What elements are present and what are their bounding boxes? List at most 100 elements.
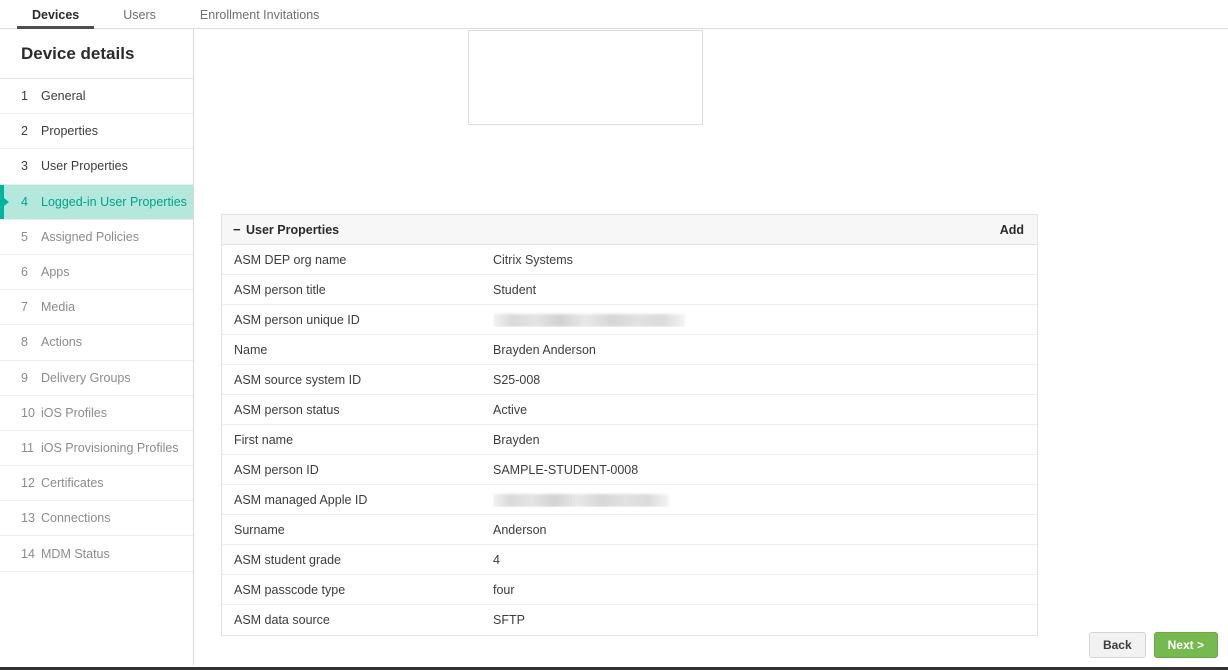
property-value: Anderson: [493, 523, 1037, 537]
sidebar-item-number: 1: [21, 89, 38, 103]
sidebar-item-actions[interactable]: 8Actions: [0, 325, 193, 360]
property-label: ASM student grade: [222, 553, 493, 567]
property-value: Citrix Systems: [493, 253, 1037, 267]
table-row[interactable]: NameBrayden Anderson: [222, 335, 1037, 365]
device-details-page: DevicesUsersEnrollment Invitations Devic…: [0, 0, 1228, 670]
wizard-footer: Back Next >: [1089, 632, 1218, 658]
tab-devices[interactable]: Devices: [10, 0, 101, 29]
property-value: Active: [493, 403, 1037, 417]
sidebar-item-mdm-status[interactable]: 14MDM Status: [0, 536, 193, 571]
sidebar-item-user-properties[interactable]: 3User Properties: [0, 149, 193, 184]
property-value: Student: [493, 283, 1037, 297]
sidebar-item-label: Certificates: [41, 476, 104, 490]
table-row[interactable]: First nameBrayden: [222, 425, 1037, 455]
table-row[interactable]: ASM person unique ID: [222, 305, 1037, 335]
sidebar-item-label: Media: [41, 300, 75, 314]
sidebar-item-number: 4: [21, 195, 38, 209]
sidebar-item-number: 8: [21, 335, 38, 349]
back-button[interactable]: Back: [1089, 632, 1146, 658]
table-row[interactable]: ASM student grade4: [222, 545, 1037, 575]
property-value: [493, 492, 1037, 506]
table-row[interactable]: ASM DEP org nameCitrix Systems: [222, 245, 1037, 275]
user-properties-header-left: − User Properties: [233, 223, 339, 237]
sidebar-item-label: Assigned Policies: [41, 230, 139, 244]
tab-users[interactable]: Users: [101, 0, 178, 29]
sidebar-item-number: 7: [21, 300, 38, 314]
sidebar-item-label: Connections: [41, 511, 111, 525]
user-properties-header: − User Properties Add: [222, 215, 1037, 245]
property-value: Brayden: [493, 433, 1037, 447]
sidebar-item-label: Logged-in User Properties: [41, 195, 187, 209]
sidebar-item-delivery-groups[interactable]: 9Delivery Groups: [0, 361, 193, 396]
sidebar-item-label: iOS Profiles: [41, 406, 107, 420]
add-property-button[interactable]: Add: [1000, 223, 1024, 237]
property-label: Name: [222, 343, 493, 357]
user-properties-rows: ASM DEP org nameCitrix SystemsASM person…: [222, 245, 1037, 635]
table-row[interactable]: ASM managed Apple ID: [222, 485, 1037, 515]
property-label: ASM person title: [222, 283, 493, 297]
property-label: First name: [222, 433, 493, 447]
user-properties-title: User Properties: [246, 223, 339, 237]
wizard-sidebar: Device details 1General2Properties3User …: [0, 29, 194, 665]
sidebar-item-number: 5: [21, 230, 38, 244]
main-content: − User Properties Add ASM DEP org nameCi…: [195, 29, 1228, 665]
table-row[interactable]: SurnameAnderson: [222, 515, 1037, 545]
property-label: Surname: [222, 523, 493, 537]
property-label: ASM source system ID: [222, 373, 493, 387]
tab-enrollment-invitations[interactable]: Enrollment Invitations: [178, 0, 342, 29]
sidebar-item-ios-profiles[interactable]: 10iOS Profiles: [0, 396, 193, 431]
sidebar-item-general[interactable]: 1General: [0, 79, 193, 114]
sidebar-item-logged-in-user-properties[interactable]: 4Logged-in User Properties: [0, 185, 193, 220]
property-value: SFTP: [493, 613, 1037, 627]
sidebar-item-label: MDM Status: [41, 547, 110, 561]
property-label: ASM person unique ID: [222, 313, 493, 327]
sidebar-item-number: 3: [21, 159, 38, 173]
next-button[interactable]: Next >: [1154, 632, 1218, 658]
sidebar-item-label: Properties: [41, 124, 98, 138]
sidebar-item-label: iOS Provisioning Profiles: [41, 441, 179, 455]
table-row[interactable]: ASM data sourceSFTP: [222, 605, 1037, 635]
sidebar-item-number: 9: [21, 371, 38, 385]
sidebar-item-number: 2: [21, 124, 38, 138]
property-label: ASM managed Apple ID: [222, 493, 493, 507]
redacted-value: [493, 494, 669, 507]
sidebar-item-properties[interactable]: 2Properties: [0, 114, 193, 149]
top-empty-panel: [468, 30, 703, 125]
sidebar-item-number: 13: [21, 511, 38, 525]
property-label: ASM data source: [222, 613, 493, 627]
property-label: ASM person status: [222, 403, 493, 417]
sidebar-item-label: Delivery Groups: [41, 371, 131, 385]
table-row[interactable]: ASM passcode typefour: [222, 575, 1037, 605]
sidebar-item-number: 11: [21, 441, 38, 455]
property-value: Brayden Anderson: [493, 343, 1037, 357]
property-label: ASM person ID: [222, 463, 493, 477]
sidebar-item-label: Actions: [41, 335, 82, 349]
redacted-value: [493, 314, 685, 327]
page-title: Device details: [0, 29, 193, 79]
table-row[interactable]: ASM person IDSAMPLE-STUDENT-0008: [222, 455, 1037, 485]
sidebar-item-number: 6: [21, 265, 38, 279]
property-value: S25-008: [493, 373, 1037, 387]
sidebar-item-media[interactable]: 7Media: [0, 290, 193, 325]
table-row[interactable]: ASM person statusActive: [222, 395, 1037, 425]
sidebar-item-label: General: [41, 89, 85, 103]
sidebar-item-connections[interactable]: 13Connections: [0, 501, 193, 536]
property-value: SAMPLE-STUDENT-0008: [493, 463, 1037, 477]
property-value: four: [493, 583, 1037, 597]
wizard-step-list: 1General2Properties3User Properties4Logg…: [0, 79, 193, 572]
sidebar-item-number: 14: [21, 547, 38, 561]
sidebar-item-assigned-policies[interactable]: 5Assigned Policies: [0, 220, 193, 255]
sidebar-item-ios-provisioning-profiles[interactable]: 11iOS Provisioning Profiles: [0, 431, 193, 466]
sidebar-item-apps[interactable]: 6Apps: [0, 255, 193, 290]
property-label: ASM passcode type: [222, 583, 493, 597]
sidebar-item-number: 12: [21, 476, 38, 490]
property-value: [493, 312, 1037, 326]
sidebar-item-certificates[interactable]: 12Certificates: [0, 466, 193, 501]
top-tab-bar: DevicesUsersEnrollment Invitations: [0, 0, 1228, 29]
table-row[interactable]: ASM person titleStudent: [222, 275, 1037, 305]
user-properties-panel: − User Properties Add ASM DEP org nameCi…: [221, 214, 1038, 636]
minus-collapse-icon[interactable]: −: [233, 224, 242, 236]
sidebar-item-label: User Properties: [41, 159, 128, 173]
sidebar-item-number: 10: [21, 406, 38, 420]
table-row[interactable]: ASM source system IDS25-008: [222, 365, 1037, 395]
